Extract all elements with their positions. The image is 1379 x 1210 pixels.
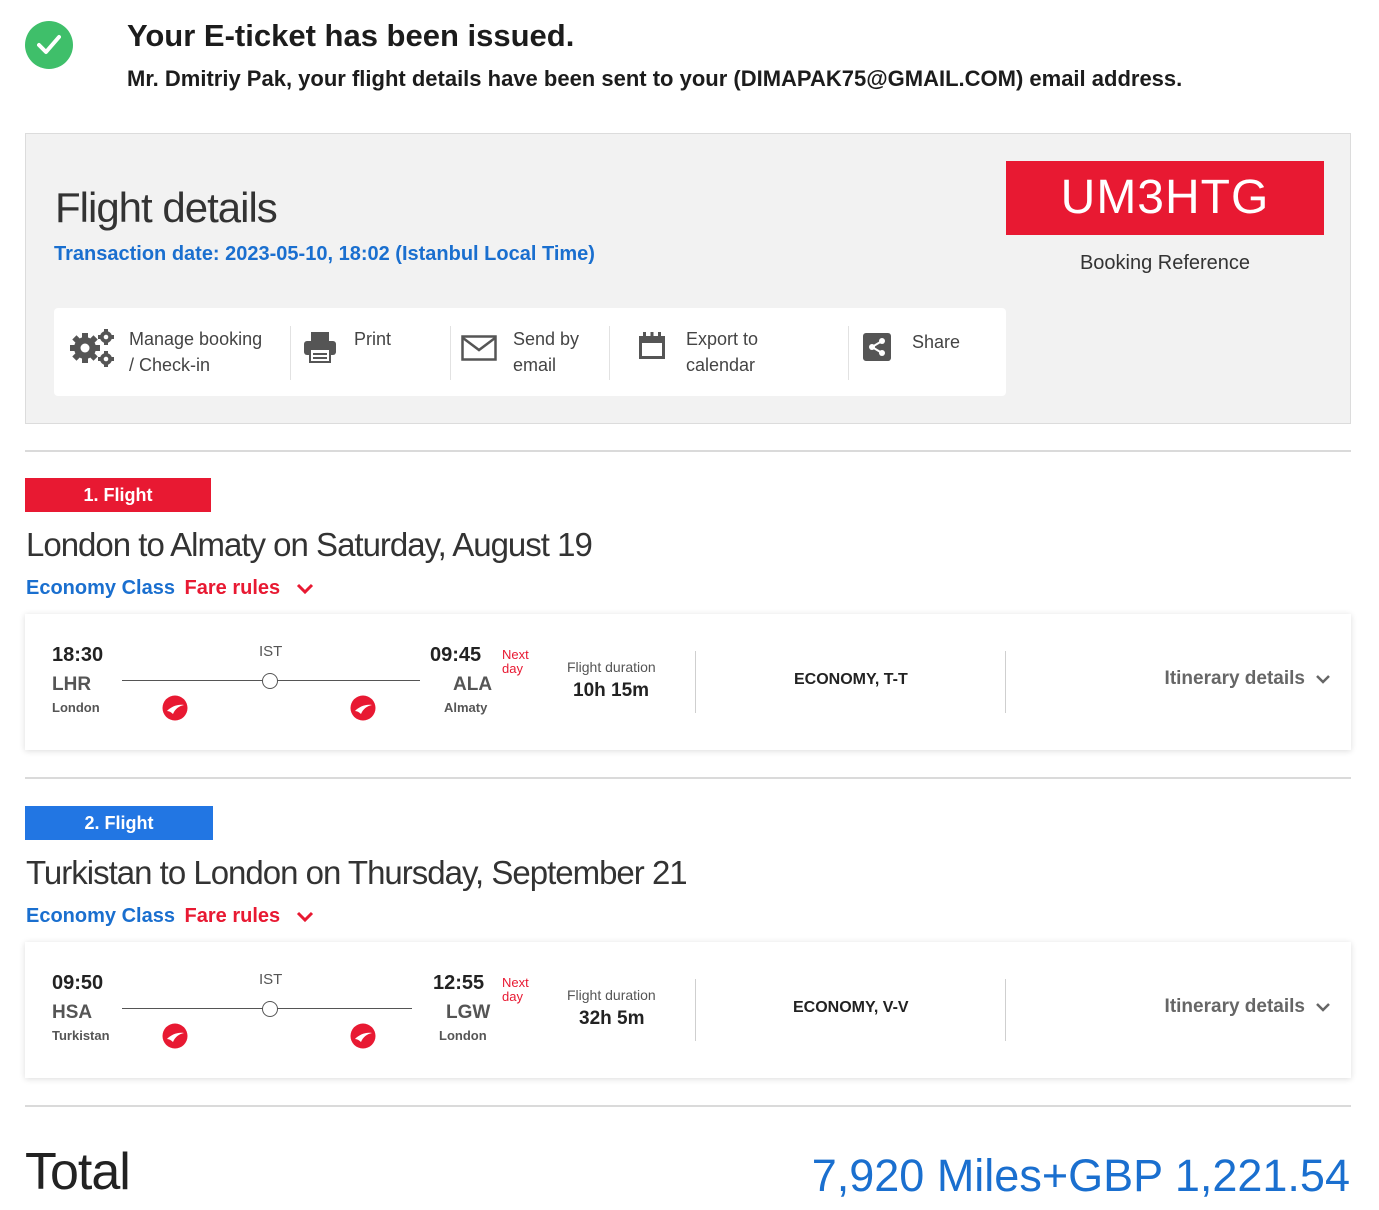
flight-segment-card: 18:30 LHR London IST 09:45 ALA Almaty Ne… [25,614,1351,750]
next-day-label-2: day [502,661,523,676]
booking-reference-code: UM3HTG [1006,161,1324,235]
cabin-class-label: Economy Class [26,905,175,927]
total-label: Total [25,1143,131,1201]
page-title: Your E-ticket has been issued. [127,18,575,53]
transaction-date: Transaction date: 2023-05-10, 18:02 (Ist… [54,243,595,265]
booking-reference-label: Booking Reference [1079,252,1251,274]
airline-logo-icon [162,695,188,721]
send-by-email-label-2: email [513,355,557,375]
share-button[interactable]: Share [849,308,1006,396]
itinerary-details-label: Itinerary details [1164,668,1305,689]
flight-segment-card: 09:50 HSA Turkistan IST 12:55 LGW London… [25,942,1351,1078]
flight-route-title: London to Almaty on Saturday, August 19 [26,526,593,563]
total-price: 7,920 Miles+GBP 1,221.54 [811,1150,1350,1201]
success-check-icon [25,21,73,69]
fare-rules-link[interactable]: Fare rules [185,577,281,599]
flight-duration-label: Flight duration [567,659,656,675]
departure-airport-code: LHR [52,674,92,695]
departure-city: London [52,700,100,715]
flight-duration-value: 10h 15m [573,680,650,701]
arrival-city: Almaty [444,700,488,715]
send-by-email-label-1: Send by [513,329,580,349]
airline-logo-icon [350,695,376,721]
envelope-icon [461,335,497,366]
section-divider [25,1105,1351,1107]
chevron-down-icon[interactable] [296,583,314,595]
arrival-airport-code: ALA [453,674,493,695]
next-day-label-1: Next [502,647,529,662]
flight-route-title: Turkistan to London on Thursday, Septemb… [26,854,688,891]
arrival-airport-code: LGW [446,1002,491,1023]
flight-tag: 2. Flight [25,806,213,840]
flight-details-panel: Flight details Transaction date: 2023-05… [25,133,1351,424]
fare-class-row: Economy Class Fare rules [26,577,314,600]
calendar-icon [638,332,666,365]
send-by-email-button[interactable]: Send by email [451,308,609,396]
manage-booking-button[interactable]: Manage booking / Check-in [54,308,290,396]
cabin-class-label: Economy Class [26,577,175,599]
card-divider [695,651,696,713]
gears-icon [70,328,116,373]
cabin-fare-code: ECONOMY, T-T [794,671,908,688]
next-day-label-1: Next [502,975,529,990]
next-day-label-2: day [502,989,523,1004]
departure-time: 09:50 [52,972,104,994]
manage-booking-label-2: / Check-in [129,355,211,375]
itinerary-details-label: Itinerary details [1164,996,1305,1017]
flight-details-title: Flight details [55,184,278,231]
printer-icon [303,330,337,369]
chevron-down-icon [1316,675,1330,684]
departure-city: Turkistan [52,1028,110,1043]
flight-duration-label: Flight duration [567,987,656,1003]
departure-time: 18:30 [52,644,104,666]
airline-logo-icon [162,1023,188,1049]
fare-rules-link[interactable]: Fare rules [185,905,281,927]
card-divider [1005,651,1006,713]
flight-tag: 1. Flight [25,478,211,512]
airline-logo-icon [350,1023,376,1049]
card-divider [1005,979,1006,1041]
fare-class-row: Economy Class Fare rules [26,905,314,928]
flight-duration-value: 32h 5m [579,1008,645,1029]
connection-airport: IST [259,643,283,660]
print-button[interactable]: Print [291,308,450,396]
connection-airport: IST [259,971,283,988]
share-label: Share [912,332,961,352]
section-divider [25,777,1351,779]
chevron-down-icon[interactable] [296,911,314,923]
connection-dot [262,673,278,689]
arrival-time: 09:45 [430,644,482,666]
itinerary-details-toggle[interactable]: Itinerary details [1165,996,1331,1018]
cabin-fare-code: ECONOMY, V-V [793,999,909,1016]
export-calendar-label-1: Export to [686,329,759,349]
share-icon [863,333,891,366]
departure-airport-code: HSA [52,1002,93,1023]
booking-actions-bar: Manage booking / Check-in Print Send by … [54,308,1006,396]
confirmation-message: Mr. Dmitriy Pak, your flight details hav… [127,66,1183,91]
export-calendar-button[interactable]: Export to calendar [610,308,848,396]
chevron-down-icon [1316,1003,1330,1012]
arrival-time: 12:55 [433,972,485,994]
connection-dot [262,1001,278,1017]
manage-booking-label-1: Manage booking [129,329,263,349]
itinerary-details-toggle[interactable]: Itinerary details [1165,668,1331,690]
export-calendar-label-2: calendar [686,355,756,375]
section-divider [25,450,1351,452]
arrival-city: London [439,1028,487,1043]
card-divider [695,979,696,1041]
print-label: Print [354,329,392,349]
